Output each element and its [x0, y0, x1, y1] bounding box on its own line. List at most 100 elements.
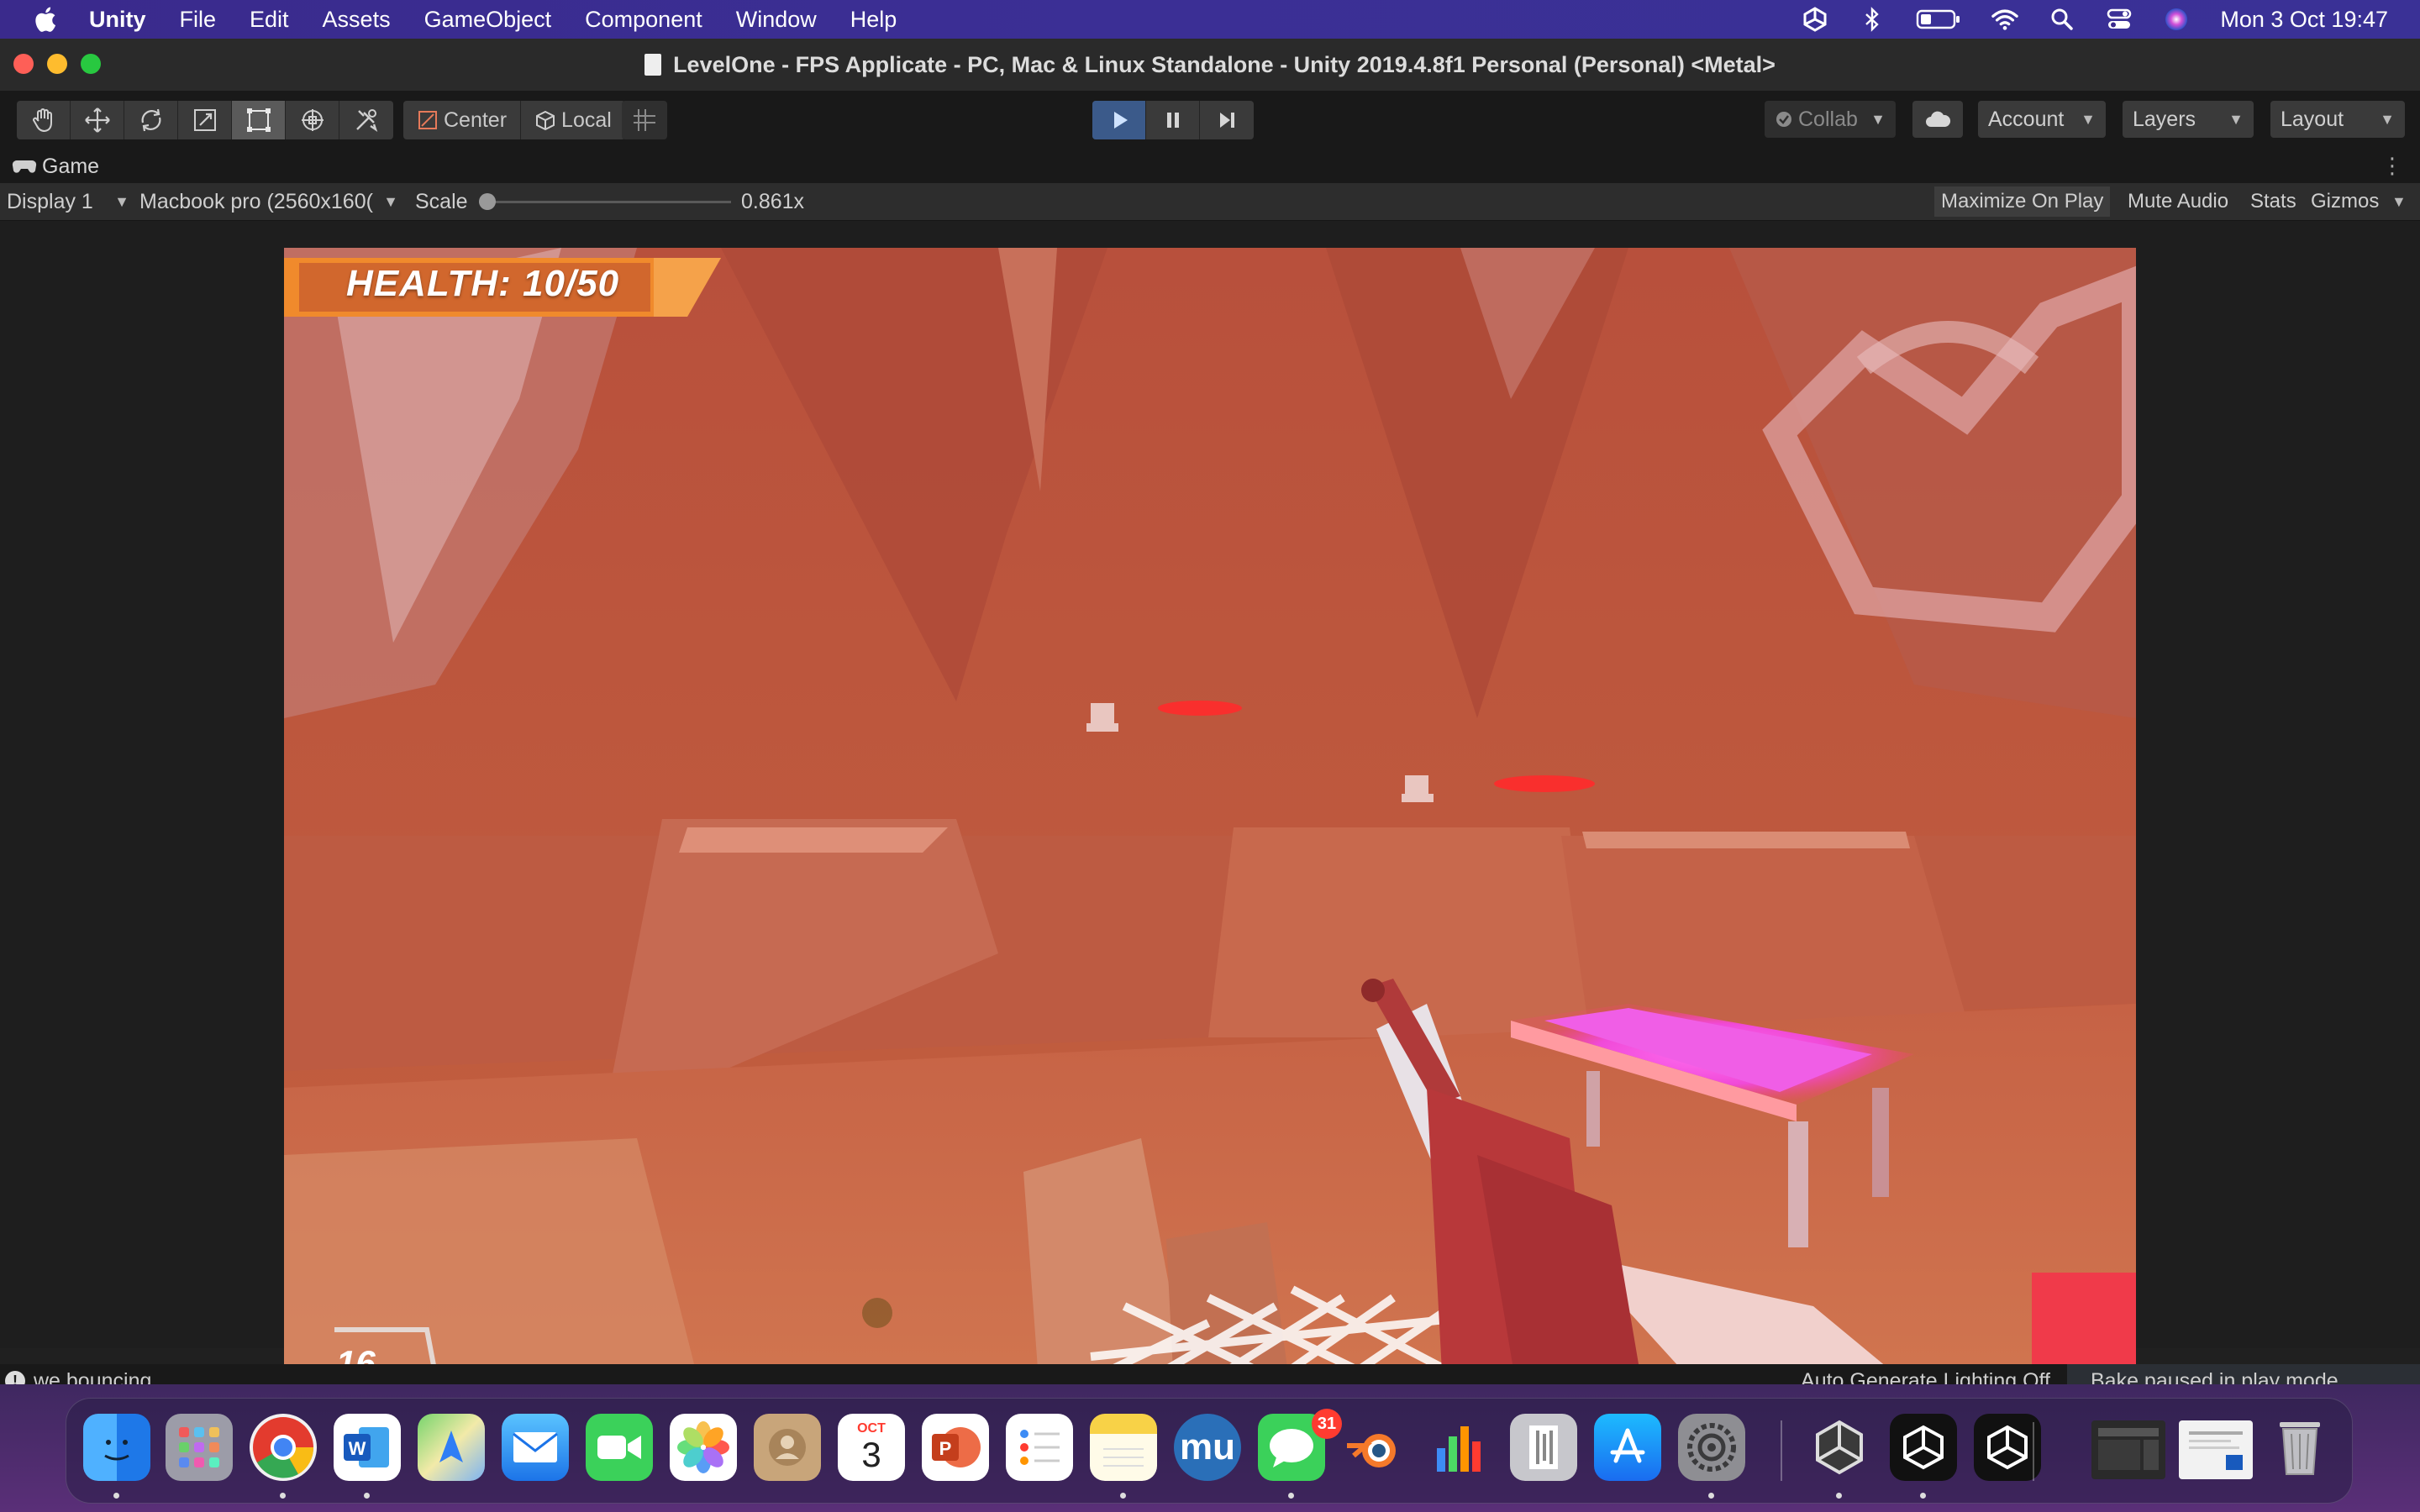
- grid-snap-group: [622, 101, 667, 139]
- play-icon: [1113, 112, 1128, 129]
- custom-tool-button[interactable]: [339, 101, 393, 139]
- hand-tool-icon: [32, 108, 52, 133]
- collab-check-icon: [1776, 112, 1791, 127]
- control-center-icon[interactable]: [2106, 6, 2133, 33]
- pivot-center-label: Center: [444, 108, 508, 132]
- layout-dropdown[interactable]: Layout ▼: [2270, 101, 2405, 138]
- kebab-menu-icon[interactable]: ⋮: [2381, 153, 2403, 179]
- grid-snap-icon: [634, 109, 655, 131]
- running-indicator: [1288, 1493, 1294, 1499]
- menu-component[interactable]: Component: [585, 7, 702, 33]
- maps-icon[interactable]: [418, 1414, 485, 1481]
- menu-help[interactable]: Help: [850, 7, 897, 33]
- pages-icon[interactable]: [1510, 1414, 1577, 1481]
- unity-hub-icon[interactable]: [1806, 1414, 1873, 1481]
- display-select[interactable]: Display 1 ▼: [7, 183, 129, 220]
- scale-label: Scale: [415, 189, 468, 213]
- bluetooth-icon[interactable]: [1859, 6, 1886, 33]
- minimize-window-button[interactable]: [47, 54, 67, 74]
- gizmos-button[interactable]: Gizmos: [2304, 186, 2386, 217]
- pivot-center-button[interactable]: Center: [403, 101, 522, 139]
- battery-icon[interactable]: [1916, 6, 1961, 33]
- appstore-icon[interactable]: [1594, 1414, 1661, 1481]
- layers-dropdown[interactable]: Layers ▼: [2123, 101, 2254, 138]
- chrome-icon[interactable]: [250, 1414, 317, 1481]
- close-window-button[interactable]: [13, 54, 34, 74]
- menu-file[interactable]: File: [180, 7, 217, 33]
- unity-icon[interactable]: [1890, 1414, 1957, 1481]
- scale-tool-icon: [193, 109, 216, 131]
- scale-slider-handle[interactable]: [479, 193, 496, 210]
- spotlight-icon[interactable]: [2049, 6, 2075, 33]
- window-thumb-1[interactable]: [2091, 1420, 2165, 1479]
- panel-tab-strip: Game ⋮: [0, 150, 2420, 183]
- pause-button[interactable]: [1146, 101, 1200, 139]
- settings-icon[interactable]: [1678, 1414, 1745, 1481]
- resolution-select[interactable]: Macbook pro (2560x160( ▼: [139, 183, 398, 220]
- step-icon: [1220, 113, 1234, 128]
- chevron-down-icon[interactable]: ▼: [2391, 183, 2407, 220]
- contacts-icon[interactable]: [754, 1414, 821, 1481]
- rect-tool-button[interactable]: [232, 101, 286, 139]
- maximize-on-play-button[interactable]: Maximize On Play: [1934, 186, 2111, 217]
- finder-icon[interactable]: [83, 1414, 150, 1481]
- calendar-icon[interactable]: OCT 3: [838, 1414, 905, 1481]
- trash-icon[interactable]: [2266, 1414, 2333, 1481]
- wifi-icon[interactable]: [1991, 6, 2019, 33]
- unity-toolbar: Center Local Collab ▼ Account ▼ Layers ▼…: [0, 91, 2420, 150]
- siri-icon[interactable]: [2163, 6, 2190, 33]
- numbers-icon[interactable]: [1426, 1414, 1493, 1481]
- dock-separator: [1781, 1420, 1782, 1481]
- grid-snap-button[interactable]: [622, 101, 667, 139]
- notes-icon[interactable]: [1090, 1414, 1157, 1481]
- window-titlebar: LevelOne - FPS Applicate - PC, Mac & Lin…: [0, 39, 2420, 92]
- menu-edit[interactable]: Edit: [250, 7, 289, 33]
- menu-gameobject[interactable]: GameObject: [424, 7, 552, 33]
- unity-hub-icon[interactable]: [1802, 6, 1828, 33]
- step-button[interactable]: [1200, 101, 1254, 139]
- custom-tool-icon: [356, 109, 378, 132]
- maximize-window-button[interactable]: [81, 54, 101, 74]
- menu-window[interactable]: Window: [736, 7, 817, 33]
- word-icon[interactable]: W: [334, 1414, 401, 1481]
- apple-icon[interactable]: [32, 5, 57, 34]
- scale-value: 0.861x: [741, 189, 805, 213]
- game-viewport[interactable]: HEALTH: 10/50 16: [284, 248, 2136, 1404]
- menu-app-name[interactable]: Unity: [89, 7, 146, 33]
- mute-audio-button[interactable]: Mute Audio: [2121, 186, 2236, 217]
- scale-slider-track[interactable]: [479, 201, 731, 203]
- game-view-toolbar: Display 1 ▼ Macbook pro (2560x160( ▼ Sca…: [0, 183, 2420, 221]
- launchpad-icon[interactable]: [166, 1414, 233, 1481]
- display-label: Display 1: [7, 189, 93, 213]
- calendar-day: 3: [861, 1435, 881, 1474]
- musescore-icon[interactable]: mu: [1174, 1414, 1241, 1481]
- scale-tool-button[interactable]: [178, 101, 232, 139]
- reminders-icon[interactable]: [1006, 1414, 1073, 1481]
- cloud-icon: [1926, 111, 1951, 127]
- play-button[interactable]: [1092, 101, 1146, 139]
- rotate-tool-button[interactable]: [124, 101, 178, 139]
- transform-tool-button[interactable]: [286, 101, 339, 139]
- collab-dropdown[interactable]: Collab ▼: [1765, 101, 1896, 138]
- unity-window: LevelOne - FPS Applicate - PC, Mac & Lin…: [0, 39, 2420, 1404]
- window-thumb-2[interactable]: [2179, 1420, 2253, 1479]
- move-tool-button[interactable]: [71, 101, 124, 139]
- pause-icon: [1166, 113, 1179, 128]
- menu-clock[interactable]: Mon 3 Oct 19:47: [2220, 7, 2388, 33]
- play-controls: [1092, 101, 1254, 139]
- powerpoint-icon[interactable]: P: [922, 1414, 989, 1481]
- mail-icon[interactable]: [502, 1414, 569, 1481]
- blender-icon[interactable]: [1342, 1414, 1409, 1481]
- stats-button[interactable]: Stats: [2244, 186, 2303, 217]
- hand-tool-button[interactable]: [17, 101, 71, 139]
- photos-icon[interactable]: [670, 1414, 737, 1481]
- tab-game[interactable]: Game: [12, 155, 99, 179]
- cloud-button[interactable]: [1912, 101, 1963, 138]
- running-indicator: [1920, 1493, 1926, 1499]
- facetime-icon[interactable]: [586, 1414, 653, 1481]
- pivot-local-button[interactable]: Local: [521, 101, 625, 139]
- menu-assets[interactable]: Assets: [323, 7, 391, 33]
- move-tool-icon: [84, 108, 110, 133]
- account-dropdown[interactable]: Account ▼: [1978, 101, 2106, 138]
- unity-icon-2[interactable]: [1974, 1414, 2041, 1481]
